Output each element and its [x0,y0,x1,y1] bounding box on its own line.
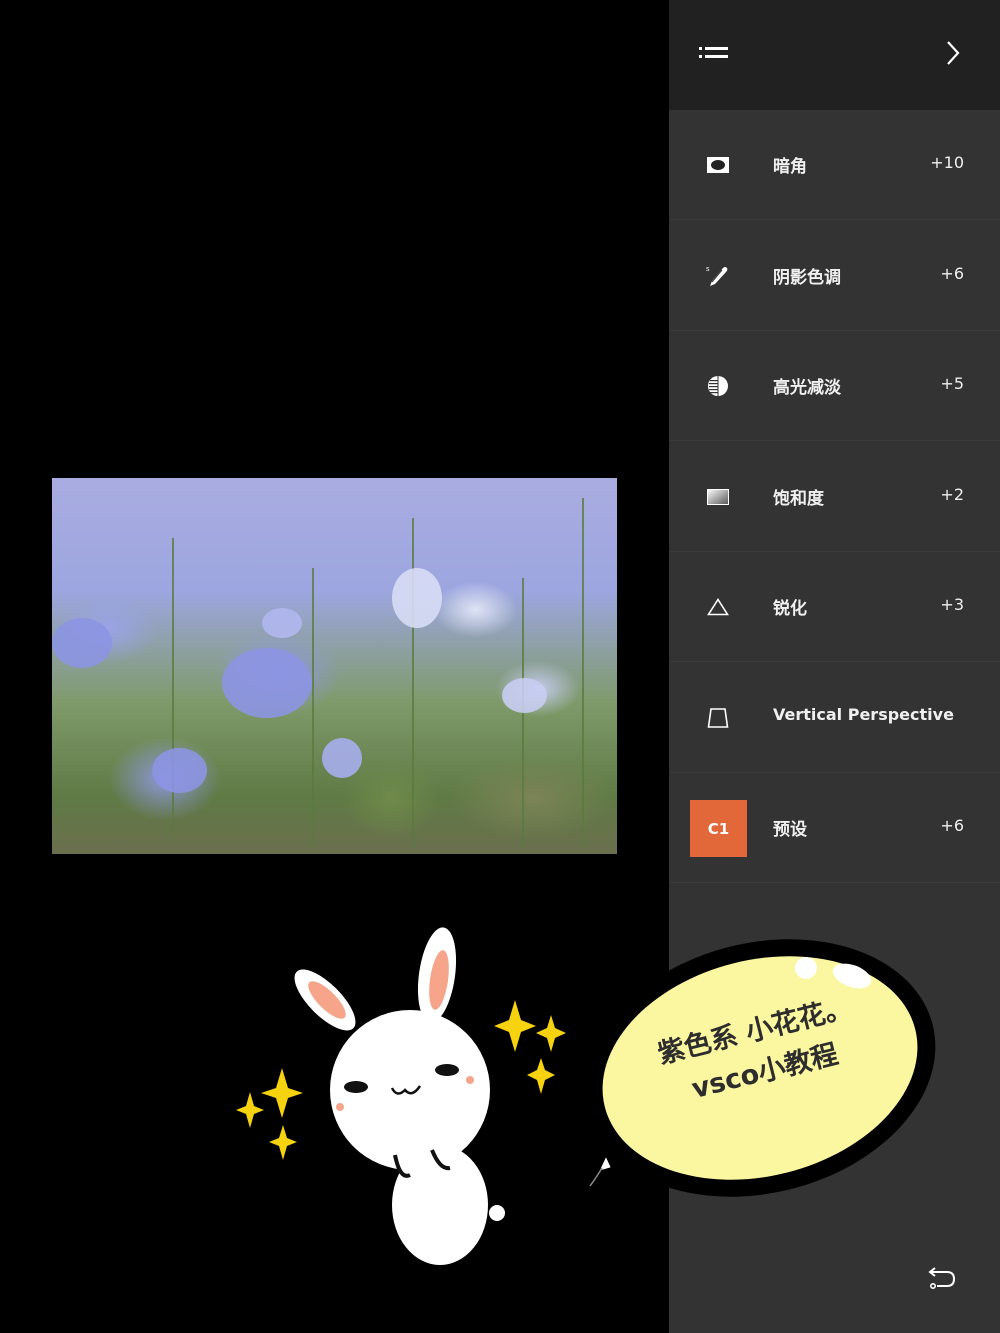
sharpen-icon [703,593,733,621]
tool-row-shadow-tint[interactable]: s 阴影色调 +6 [669,221,1000,331]
list-button[interactable] [695,35,735,75]
tool-label: 阴影色调 [773,268,841,288]
panel-header [669,0,1000,110]
list-icon [699,45,731,65]
photo-canvas [0,0,669,1333]
tool-value: +3 [940,595,964,614]
next-button[interactable] [933,35,973,75]
tool-row-vignette[interactable]: 暗角 +10 [669,110,1000,220]
tool-row-preset[interactable]: C1 预设 +6 [669,773,1000,883]
preset-badge: C1 [690,800,747,857]
tool-label: 高光减淡 [773,378,841,398]
vignette-icon [703,151,733,179]
saturation-icon [703,483,733,511]
tool-value: +5 [940,374,964,393]
tool-value: +10 [930,153,964,172]
tool-label: 预设 [773,820,807,840]
edit-tools-panel: 暗角 +10 s 阴影色调 +6 高光减淡 +5 饱和度 +2 锐化 +3 Ve… [669,0,1000,1333]
tool-label: 饱和度 [773,489,824,509]
tool-value: +6 [940,264,964,283]
undo-button[interactable] [923,1264,963,1296]
undo-icon [928,1266,958,1294]
highlight-fade-icon [703,372,733,400]
chevron-right-icon [945,40,961,70]
tool-value: +6 [940,816,964,835]
vertical-perspective-icon [703,704,733,732]
tool-label: 锐化 [773,599,807,619]
tool-row-saturation[interactable]: 饱和度 +2 [669,442,1000,552]
svg-text:s: s [706,266,710,273]
tool-row-highlight-fade[interactable]: 高光减淡 +5 [669,331,1000,441]
tool-value: +2 [940,485,964,504]
tool-label: Vertical Perspective [773,705,954,724]
tool-row-sharpen[interactable]: 锐化 +3 [669,552,1000,662]
shadow-tint-icon: s [703,262,733,290]
tool-label: 暗角 [773,157,807,177]
tool-row-vertical-perspective[interactable]: Vertical Perspective [669,663,1000,773]
photo-preview[interactable] [52,478,617,854]
